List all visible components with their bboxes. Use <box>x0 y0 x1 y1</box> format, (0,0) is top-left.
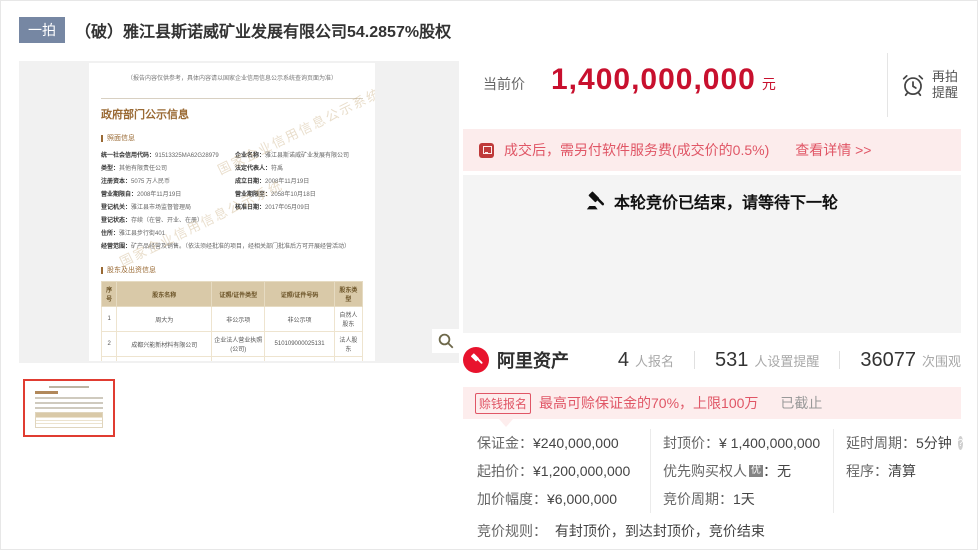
doc-field: 核准日期：2017年05月09日 <box>235 202 363 215</box>
document-subsection-basic: 照面信息 <box>101 133 363 143</box>
table-row: 1 周大为 非公示项 非公示项 自然人股东 <box>102 307 363 332</box>
alarm-clock-icon <box>900 72 926 98</box>
thumbnail-content <box>35 402 103 404</box>
service-fee-text: 成交后，需另付软件服务费(成交价的0.5%) <box>504 140 769 160</box>
credit-promo-bar: 赊钱报名 最高可赊保证金的70%，上限100万 已截止 <box>463 387 961 419</box>
doc-field: 登记机关：雅江县市场监督管理局 <box>101 202 229 215</box>
magnifier-icon <box>437 332 455 350</box>
doc-field: 经营范围：矿产品经营及销售。（依法须经批准的项目，经相关部门批准后方可开展经营活… <box>101 241 363 254</box>
current-price-unit: 元 <box>762 74 776 94</box>
column-header: 股东名称 <box>117 282 212 307</box>
thumbnail-content <box>35 397 103 399</box>
lot-round-badge: 一拍 <box>19 17 65 43</box>
thumbnail-content <box>35 412 103 428</box>
table-header-row: 序号 股东名称 证照/证件类型 证照/证件号码 股东类型 <box>102 282 363 307</box>
document-preview[interactable]: 国家企业信用信息公示系统 国家企业信用信息公示系统 （报告内容仅供参考，具体内容… <box>89 63 375 361</box>
remind-label: 再拍 提醒 <box>932 69 958 101</box>
platform-row: 阿里资产 4 人报名 531 人设置提醒 36077 次围观 <box>463 343 961 377</box>
bidding-rule-row: 竞价规则： 有封顶价，到达封顶价，竞价结束 <box>463 521 961 541</box>
column-header: 序号 <box>102 282 117 307</box>
credit-promo-status: 已截止 <box>780 393 822 413</box>
thumbnail-content <box>49 386 90 388</box>
empty-cell <box>834 485 961 513</box>
auction-page: 一拍 （破）雅江县斯诺威矿业发展有限公司54.2857%股权 国家企业信用信息公… <box>0 0 978 550</box>
bid-cycle-cell: 竞价周期：1天 <box>651 485 834 513</box>
help-icon[interactable]: ? <box>958 436 964 450</box>
doc-field: 营业期限至：2058年10月18日 <box>235 189 363 202</box>
bidding-status-message: 本轮竞价已结束，请等待下一轮 <box>463 189 961 213</box>
delay-cycle-cell: 延时周期：5分钟 ? <box>834 429 961 457</box>
service-fee-icon <box>479 143 494 158</box>
priority-badge: 优 <box>749 465 763 477</box>
auction-stats: 4 人报名 531 人设置提醒 36077 次围观 <box>618 349 961 372</box>
logo-gavel-glyph <box>469 353 484 368</box>
shareholders-table: 序号 股东名称 证照/证件类型 证照/证件号码 股东类型 1 周大为 非公示项 … <box>101 281 363 361</box>
column-header: 证照/证件类型 <box>212 282 265 307</box>
deposit-cell: 保证金：¥240,000,000 <box>463 429 651 457</box>
thumbnail-content <box>35 391 58 394</box>
reauction-remind-button[interactable]: 再拍 提醒 <box>887 53 961 117</box>
credit-promo-text: 最高可赊保证金的70%，上限100万 <box>539 393 758 413</box>
increment-cell: 加价幅度：¥6,000,000 <box>463 485 651 513</box>
promo-tail <box>499 419 513 427</box>
divider <box>694 351 695 369</box>
header: 一拍 （破）雅江县斯诺威矿业发展有限公司54.2857%股权 <box>19 17 451 43</box>
priority-buyer-cell: 优先购买权人 优 ：无 <box>651 457 834 485</box>
cap-price-cell: 封顶价：¥ 1,400,000,000 <box>651 429 834 457</box>
bidding-status-box: 本轮竞价已结束，请等待下一轮 <box>463 175 961 333</box>
gavel-icon <box>586 191 606 211</box>
divider <box>839 351 840 369</box>
document-disclaimer: （报告内容仅供参考，具体内容请以国家企业信用信息公示系统查询页面为准） <box>101 73 363 82</box>
divider <box>101 98 363 99</box>
table-row: 2 成都兴能新材料有限公司 企业法人营业执照(公司) 5101090000251… <box>102 332 363 357</box>
bid-panel: 当前价 1,400,000,000 元 再拍 提醒 <box>463 53 961 119</box>
fee-details-link[interactable]: 查看详情 >> <box>795 140 871 160</box>
section-marker <box>101 135 103 142</box>
auction-details: 保证金：¥240,000,000 封顶价：¥ 1,400,000,000 延时周… <box>463 429 961 541</box>
service-fee-banner: 成交后，需另付软件服务费(成交价的0.5%) 查看详情 >> <box>463 129 961 171</box>
current-price-value: 1,400,000,000 <box>551 63 756 97</box>
doc-field: 登记状态：存续（在营、开业、在册） <box>101 215 363 228</box>
document-fields: 统一社会信用代码：91513325MA62G28979 企业名称：雅江县斯诺威矿… <box>101 150 363 215</box>
ali-assets-logo-icon <box>463 347 489 373</box>
column-header: 证照/证件号码 <box>265 282 334 307</box>
page-title: （破）雅江县斯诺威矿业发展有限公司54.2857%股权 <box>75 18 451 42</box>
section-marker <box>101 267 103 274</box>
image-viewer: 国家企业信用信息公示系统 国家企业信用信息公示系统 （报告内容仅供参考，具体内容… <box>19 61 459 363</box>
table-row: 3 成都川商兴能股权投资基金中心（有限合伙） 合伙企业营业执照 91510104… <box>102 357 363 362</box>
thumbnail-content <box>35 407 103 409</box>
doc-field: 营业期限自：2008年11月19日 <box>101 189 229 202</box>
current-price-label: 当前价 <box>483 74 525 94</box>
platform-name: 阿里资产 <box>497 347 569 373</box>
document-subsection-shareholders: 股东及出资信息 <box>101 265 363 275</box>
start-price-cell: 起拍价：¥1,200,000,000 <box>463 457 651 485</box>
document-thumbnail[interactable] <box>23 379 115 437</box>
document-section-title: 政府部门公示信息 <box>101 106 363 122</box>
credit-promo-badge: 赊钱报名 <box>475 393 531 414</box>
doc-field: 住所：雅江县步行街401 <box>101 228 363 241</box>
column-header: 股东类型 <box>334 282 362 307</box>
doc-field: 企业名称：雅江县斯诺威矿业发展有限公司 <box>235 150 363 163</box>
stat-views: 36077 次围观 <box>860 349 961 372</box>
doc-field: 法定代表人：符禹 <box>235 163 363 176</box>
doc-field: 类型：其他有限责任公司 <box>101 163 229 176</box>
doc-field: 统一社会信用代码：91513325MA62G28979 <box>101 150 229 163</box>
procedure-cell: 程序：清算 <box>834 457 961 485</box>
doc-field: 注册资本：5075 万人民币 <box>101 176 229 189</box>
stat-applicants: 4 人报名 <box>618 349 674 372</box>
zoom-button[interactable] <box>432 329 459 353</box>
doc-field: 成立日期：2008年11月19日 <box>235 176 363 189</box>
current-price-row: 当前价 1,400,000,000 元 再拍 提醒 <box>463 53 961 119</box>
stat-reminders: 531 人设置提醒 <box>715 349 819 372</box>
